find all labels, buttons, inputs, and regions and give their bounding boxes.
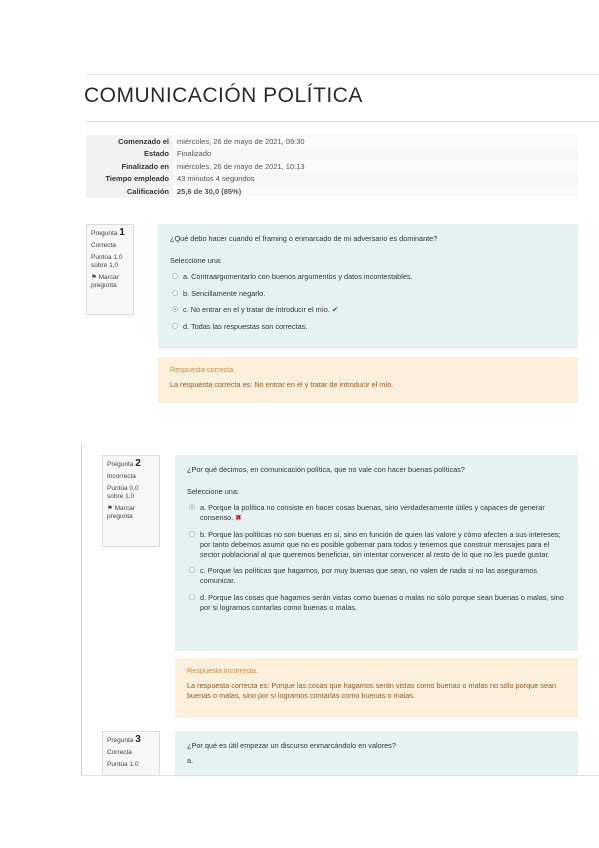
option-start: a. (187, 756, 194, 765)
screenshot-border (81, 445, 82, 775)
feedback-text: La respuesta correcta es: Porque las cos… (187, 681, 557, 700)
radio-button-selected[interactable] (172, 306, 178, 312)
cross-icon: ✖ (235, 513, 242, 522)
summary-row-time: Tiempo empleado 43 minutos 4 segundos (86, 172, 578, 185)
question-3-content: ¿Por qué es útil empezar un discurso enm… (175, 731, 578, 775)
answer-option-c[interactable]: c. No entrar en el y tratar de introduci… (170, 305, 566, 315)
flag-label: Marcar pregunta (91, 274, 119, 289)
question-state: Correcta (107, 749, 132, 756)
question-state: Incorrecta (107, 473, 136, 480)
question-number: Pregunta 2 (107, 458, 155, 469)
summary-row-grade: Calificación 25,6 de 30,0 (85%) (86, 185, 578, 198)
question-text: ¿Por qué decimos, en comunicación políti… (187, 465, 465, 474)
question-label: Pregunta (107, 737, 134, 744)
summary-value: miércoles, 26 de mayo de 2021, 09:30 (173, 135, 578, 148)
feedback-status: Respuesta incorrecta. (187, 666, 258, 675)
question-info-3: Pregunta 3 Correcta Puntúa 1,0 (102, 731, 160, 775)
summary-value: miércoles, 26 de mayo de 2021, 10:13 (173, 160, 578, 173)
attempt-summary-table: Comenzado el miércoles, 26 de mayo de 20… (86, 135, 578, 198)
question-state: Correcta (91, 242, 116, 249)
question-1-content: ¿Qué debo hacer cuando el framing o enma… (158, 224, 578, 349)
summary-row-started: Comenzado el miércoles, 26 de mayo de 20… (86, 135, 578, 148)
screenshot-bottom-border (82, 775, 599, 776)
radio-button[interactable] (172, 289, 178, 296)
summary-label: Calificación (86, 185, 173, 198)
question-info-1: Pregunta 1 Correcta Puntúa 1,0 sobre 1,0… (86, 224, 134, 315)
option-label: b. Porque las políticas no son buenas en… (200, 529, 561, 559)
answer-option-b[interactable]: b. Sencillamente negarlo. (170, 289, 566, 299)
answer-option-a[interactable]: a. Porque la política no consiste en hac… (187, 503, 566, 523)
question-number-value: 3 (135, 734, 141, 745)
feedback-text: La respuesta correcta es: No entrar en e… (170, 380, 394, 389)
summary-label: Finalizado en (86, 160, 173, 173)
question-score: Puntúa 1,0 (107, 761, 139, 768)
question-label: Pregunta (107, 461, 134, 468)
option-label: d. Todas las respuestas son correctas. (183, 321, 308, 331)
question-1-feedback: Respuesta correcta La respuesta correcta… (158, 357, 578, 403)
question-2-feedback: Respuesta incorrecta. La respuesta corre… (175, 658, 578, 718)
flag-question-link[interactable]: ⚑ Marcar pregunta (107, 505, 155, 521)
summary-value: 25,6 de 30,0 (85%) (173, 185, 578, 198)
question-2-content: ¿Por qué decimos, en comunicación políti… (175, 455, 578, 651)
select-prompt: Seleccione una: (187, 487, 239, 496)
summary-label: Comenzado el (86, 135, 173, 148)
question-number-value: 2 (135, 458, 141, 469)
title-divider (86, 121, 599, 122)
check-icon: ✔ (331, 305, 338, 314)
summary-row-state: Estado Finalizado (86, 147, 578, 160)
radio-button[interactable] (189, 567, 195, 573)
select-prompt: Seleccione una: (170, 256, 222, 265)
radio-button[interactable] (172, 273, 178, 279)
question-number-value: 1 (119, 227, 125, 238)
top-divider (86, 74, 599, 75)
answer-option-c[interactable]: c. Porque las políticas que hagamos, por… (187, 566, 566, 586)
radio-button[interactable] (189, 530, 195, 537)
question-text: ¿Por qué es útil empezar un discurso enm… (187, 741, 396, 750)
question-score: Puntúa 0,0 sobre 1,0 (107, 485, 139, 500)
summary-label: Tiempo empleado (86, 172, 173, 185)
question-text: ¿Qué debo hacer cuando el framing o enma… (170, 234, 438, 243)
question-number: Pregunta 3 (107, 734, 155, 745)
radio-button[interactable] (189, 593, 195, 600)
option-label: d. Porque las cosas que hagamos serán vi… (200, 592, 564, 612)
page-title: COMUNICACIÓN POLÍTICA (84, 84, 363, 107)
summary-value: Finalizado (173, 147, 578, 160)
question-info-2: Pregunta 2 Incorrecta Puntúa 0,0 sobre 1… (102, 455, 160, 547)
answer-option-d[interactable]: d. Todas las respuestas son correctas. (170, 322, 566, 332)
question-label: Pregunta (91, 230, 118, 237)
summary-label: Estado (86, 147, 173, 160)
radio-button[interactable] (172, 322, 178, 329)
question-score: Puntúa 1,0 sobre 1,0 (91, 254, 123, 269)
answer-option-d[interactable]: d. Porque las cosas que hagamos serán vi… (187, 593, 566, 613)
option-label: c. Porque las políticas que hagamos, por… (200, 566, 538, 585)
question-number: Pregunta 1 (91, 227, 129, 238)
answer-option-a[interactable]: a. Contraargumentarlo con buenos argumen… (170, 272, 566, 282)
summary-row-finished: Finalizado en miércoles, 26 de mayo de 2… (86, 160, 578, 173)
feedback-status: Respuesta correcta (170, 365, 234, 374)
option-label: a. Porque la política no consiste en hac… (200, 503, 545, 522)
option-label: c. No entrar en el y tratar de introduci… (183, 305, 330, 314)
flag-label: Marcar pregunta (107, 505, 135, 520)
answer-option-b[interactable]: b. Porque las políticas no son buenas en… (187, 530, 566, 560)
option-label: a. Contraargumentarlo con buenos argumen… (183, 272, 413, 281)
radio-button-selected[interactable] (189, 504, 195, 510)
summary-value: 43 minutos 4 segundos (173, 172, 578, 185)
option-label: b. Sencillamente negarlo. (183, 288, 266, 298)
flag-question-link[interactable]: ⚑ Marcar pregunta (91, 274, 129, 290)
